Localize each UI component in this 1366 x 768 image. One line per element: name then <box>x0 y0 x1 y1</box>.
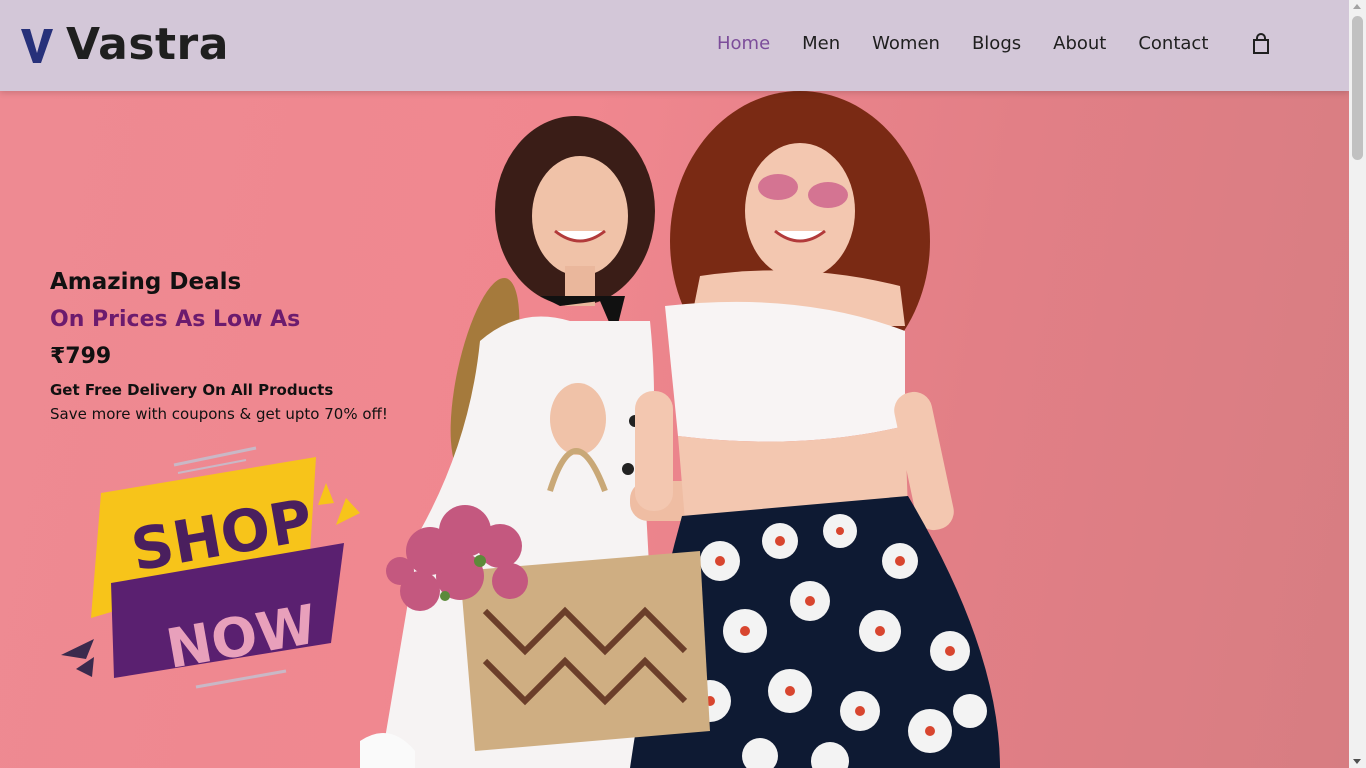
hero-models-image <box>360 91 1000 768</box>
shop-now-button[interactable]: SHOP NOW <box>56 443 368 693</box>
nav-men[interactable]: Men <box>802 33 840 54</box>
scroll-down-arrow-icon[interactable] <box>1353 759 1361 764</box>
hero-subheading: On Prices As Low As <box>50 307 301 332</box>
main-nav: Home Men Women Blogs About Contact <box>717 33 1240 54</box>
brand-logo[interactable]: Vastra <box>20 20 229 70</box>
hero-delivery: Get Free Delivery On All Products <box>50 381 334 399</box>
hero-banner: Amazing Deals On Prices As Low As ₹799 G… <box>0 91 1349 768</box>
hero-promo: Save more with coupons & get upto 70% of… <box>50 405 388 423</box>
hero-price: ₹799 <box>50 344 112 369</box>
scrollbar-thumb[interactable] <box>1352 16 1363 160</box>
nav-blogs[interactable]: Blogs <box>972 33 1021 54</box>
scroll-up-arrow-icon[interactable] <box>1353 4 1361 9</box>
vertical-scrollbar[interactable] <box>1349 0 1366 768</box>
brand-mark-icon <box>21 29 53 63</box>
hero-copy: Amazing Deals On Prices As Low As ₹799 G… <box>50 269 430 423</box>
brand-name: Vastra <box>66 19 229 70</box>
nav-women[interactable]: Women <box>872 33 940 54</box>
nav-about[interactable]: About <box>1053 33 1106 54</box>
shopping-bag-icon[interactable] <box>1251 33 1271 55</box>
nav-home[interactable]: Home <box>717 33 770 54</box>
nav-contact[interactable]: Contact <box>1138 33 1208 54</box>
hero-heading: Amazing Deals <box>50 269 242 295</box>
site-header: Vastra Home Men Women Blogs About Contac… <box>0 0 1349 91</box>
